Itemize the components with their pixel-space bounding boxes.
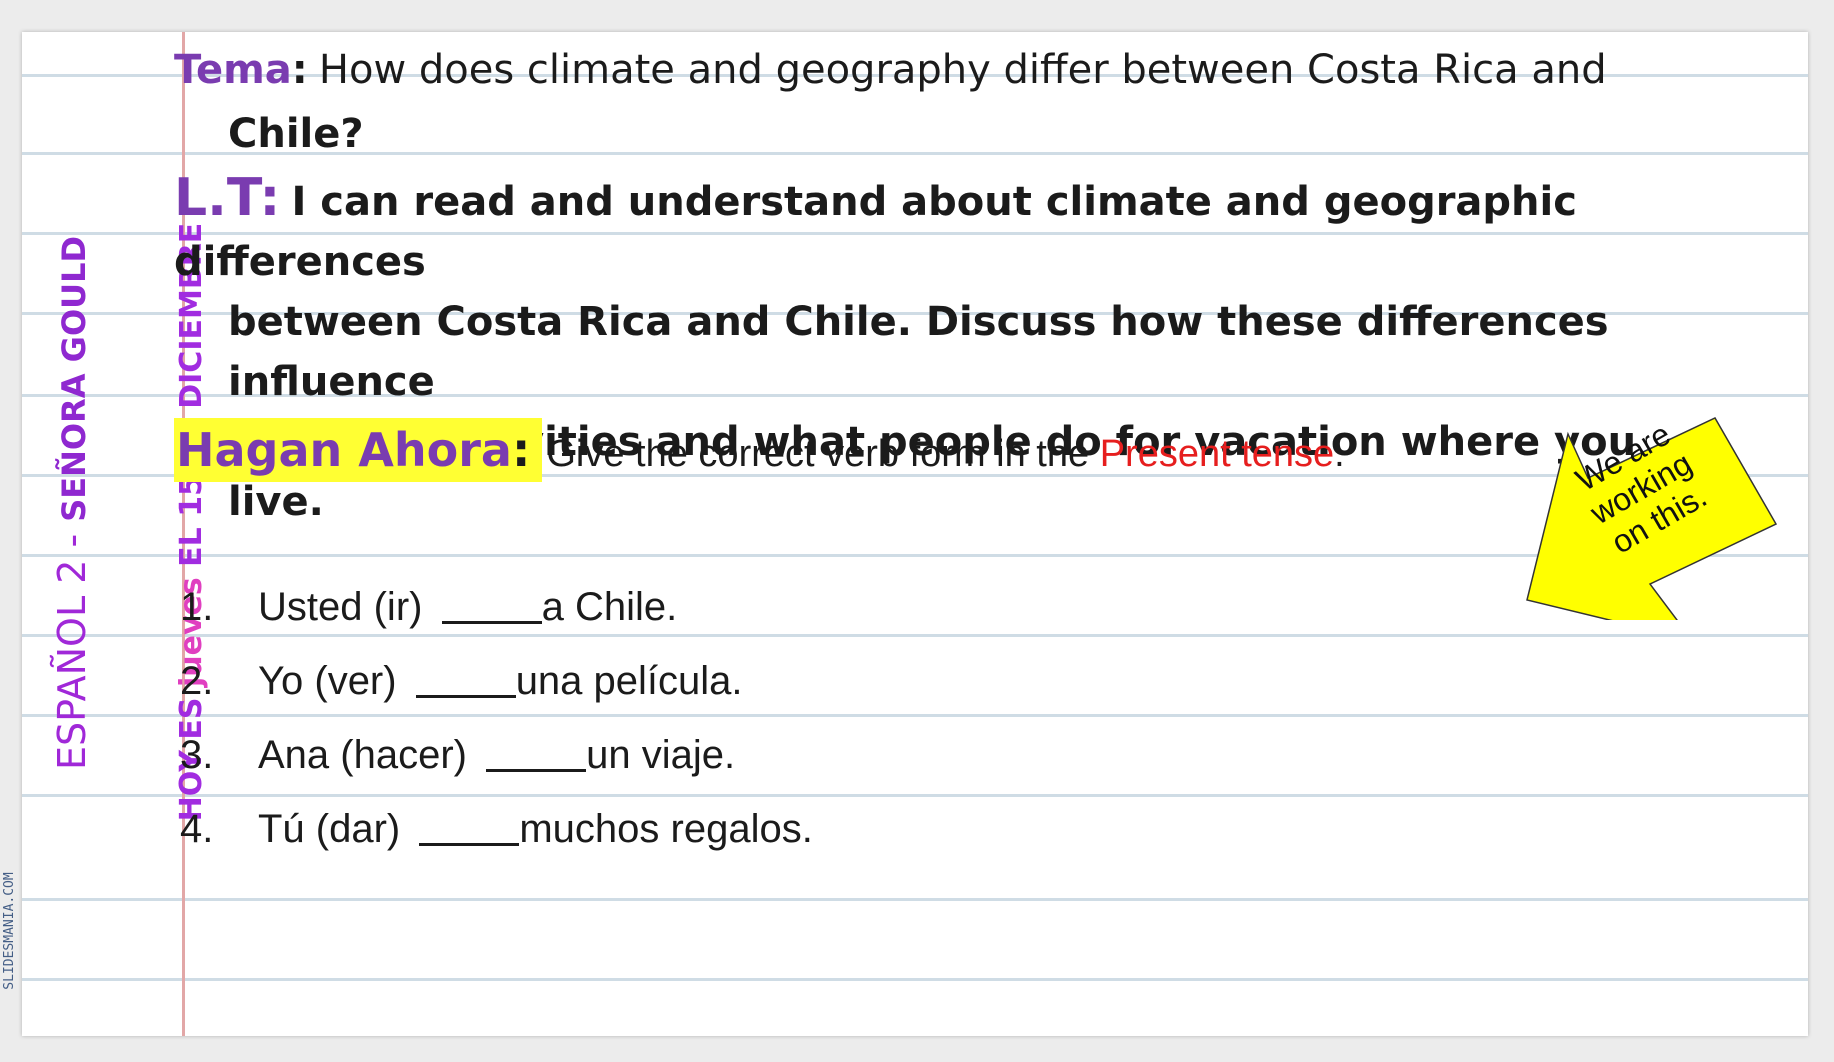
tema-text-line2: Chile? bbox=[228, 111, 364, 157]
answer-blank bbox=[441, 591, 542, 624]
hagan-ahora-label-text: Hagan Ahora bbox=[176, 423, 512, 477]
hagan-instruction: Give the correct verb form in the Presen… bbox=[542, 433, 1344, 475]
lt-line1: I can read and understand about climate … bbox=[174, 179, 1577, 285]
list-item: 3. Ana (hacer) un viaje. bbox=[180, 718, 813, 792]
answer-blank bbox=[486, 739, 587, 772]
item-prompt: Yo (ver) bbox=[258, 659, 408, 703]
item-completion: un viaje. bbox=[586, 733, 736, 777]
item-prompt: Ana (hacer) bbox=[258, 733, 479, 777]
item-number: 1. bbox=[180, 585, 214, 629]
item-completion: a Chile. bbox=[541, 585, 678, 629]
lt-line2: between Costa Rica and Chile. Discuss ho… bbox=[228, 299, 1609, 405]
watermark: SLIDESMANIA.COM bbox=[2, 872, 17, 990]
item-prompt: Usted (ir) bbox=[258, 585, 434, 629]
instruction-text: Give the correct verb form in the bbox=[546, 433, 1100, 475]
item-number: 4. bbox=[180, 807, 214, 851]
item-completion: muchos regalos. bbox=[519, 807, 813, 851]
item-number: 3. bbox=[180, 733, 214, 777]
course-title: ESPAÑOL 2 - SEÑORA GOULD bbox=[42, 236, 102, 770]
exercise-list: 1. Usted (ir) a Chile. 2. Yo (ver) una pel… bbox=[180, 570, 813, 866]
tema-label: Tema bbox=[174, 47, 292, 93]
item-number: 2. bbox=[180, 659, 214, 703]
teacher-name: SEÑORA GOULD bbox=[55, 235, 93, 522]
list-item: 2. Yo (ver) una película. bbox=[180, 644, 813, 718]
answer-blank bbox=[419, 813, 520, 846]
hagan-ahora-label: Hagan Ahora: bbox=[174, 418, 543, 482]
ruled-line bbox=[22, 898, 1808, 901]
tema-block: Tema: How does climate and geography dif… bbox=[174, 38, 1674, 166]
course-name: ESPAÑOL 2 - bbox=[50, 521, 94, 770]
answer-blank bbox=[415, 665, 516, 698]
instruction-period: . bbox=[1334, 433, 1345, 475]
lt-label: L.T: bbox=[174, 168, 281, 228]
tema-text-line1: How does climate and geography differ be… bbox=[318, 47, 1607, 93]
item-prompt: Tú (dar) bbox=[258, 807, 412, 851]
tema-colon: : bbox=[291, 47, 308, 93]
hagan-ahora-block: Hagan Ahora: Give the correct verb form i… bbox=[174, 418, 1474, 482]
working-callout: We are working on this. bbox=[1500, 380, 1790, 642]
list-item: 4. Tú (dar) muchos regalos. bbox=[180, 792, 813, 866]
ruled-line bbox=[22, 978, 1808, 981]
list-item: 1. Usted (ir) a Chile. bbox=[180, 570, 813, 644]
hagan-ahora-colon: : bbox=[511, 423, 531, 477]
item-completion: una película. bbox=[515, 659, 743, 703]
present-tense-highlight: Present tense bbox=[1099, 433, 1335, 475]
